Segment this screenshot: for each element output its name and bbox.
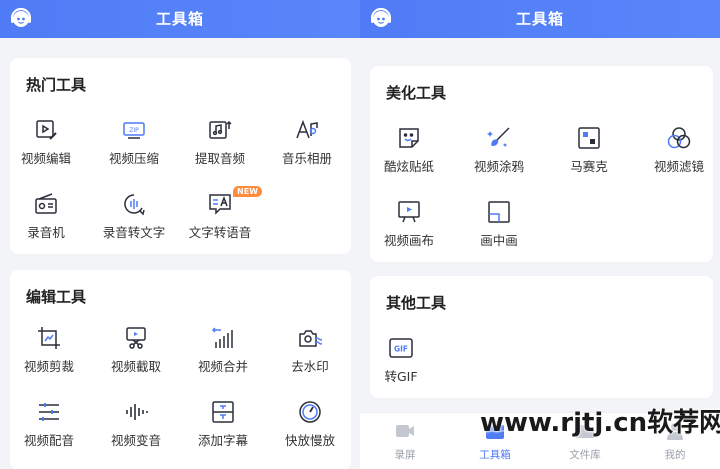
page-title: 工具箱 bbox=[515, 10, 564, 28]
audio-extract-icon bbox=[209, 120, 232, 139]
tool-label: 录音机 bbox=[27, 225, 65, 240]
tool-label: 转GIF bbox=[384, 369, 418, 384]
tool-label: 提取音频 bbox=[194, 151, 245, 166]
camera-icon bbox=[396, 425, 414, 437]
tool-label: 视频编辑 bbox=[20, 151, 71, 166]
tool-label: 视频合并 bbox=[197, 359, 248, 374]
tool-label: 视频压缩 bbox=[108, 151, 159, 166]
tool-video-edit[interactable]: 视频编辑 bbox=[3, 118, 89, 170]
tool-voice-change[interactable]: 视频变音 bbox=[93, 400, 179, 452]
section-title: 热门工具 bbox=[26, 76, 87, 94]
tool-label: 马赛克 bbox=[570, 159, 608, 174]
tool-label: 酷炫贴纸 bbox=[383, 159, 434, 174]
tool-mosaic[interactable]: 马赛克 bbox=[546, 126, 632, 178]
tool-pip[interactable]: 画中画 bbox=[456, 200, 542, 252]
crop-icon bbox=[38, 327, 60, 349]
left-screen: 工具箱 热门工具 视频编辑 ZIP 视频压缩 提取音频 音乐相册 录音机 录音转… bbox=[0, 0, 360, 469]
video-edit-icon bbox=[36, 120, 57, 140]
filter-icon bbox=[667, 127, 691, 149]
tool-video-compress[interactable]: ZIP 视频压缩 bbox=[91, 118, 177, 170]
scissors-icon bbox=[126, 327, 146, 349]
tool-filter[interactable]: 视频滤镜 bbox=[636, 126, 720, 178]
tool-label: 文字转语音 bbox=[188, 225, 252, 240]
tab-label: 录屏 bbox=[394, 449, 416, 461]
tool-speech-to-text[interactable]: 录音转文字 bbox=[91, 192, 177, 244]
tool-video-trim[interactable]: 视频截取 bbox=[93, 326, 179, 378]
dub-icon bbox=[39, 403, 59, 421]
tool-speed[interactable]: 快放慢放 bbox=[267, 400, 353, 452]
section-title: 编辑工具 bbox=[26, 288, 87, 306]
tool-label: 音乐相册 bbox=[281, 151, 332, 166]
tool-label: 画中画 bbox=[480, 233, 518, 248]
tool-label: 视频涂鸦 bbox=[473, 159, 524, 174]
tool-label: 添加字幕 bbox=[197, 433, 248, 448]
tool-text-to-speech[interactable]: NEW 文字转语音 bbox=[177, 186, 263, 244]
tool-doodle[interactable]: 视频涂鸦 bbox=[456, 126, 542, 178]
section-title: 其他工具 bbox=[386, 294, 447, 312]
site-watermark: www.rjtj.cn软荐网 bbox=[480, 408, 720, 438]
tool-music-album[interactable]: 音乐相册 bbox=[264, 118, 350, 170]
tool-video-crop[interactable]: 视频剪裁 bbox=[6, 326, 92, 378]
tool-to-gif[interactable]: GIF 转GIF bbox=[360, 336, 444, 388]
tool-add-subtitle[interactable]: 添加字幕 bbox=[180, 400, 266, 452]
tool-label: 视频画布 bbox=[383, 233, 434, 248]
canvas-icon bbox=[398, 201, 420, 223]
new-badge: NEW bbox=[233, 186, 262, 197]
merge-icon bbox=[211, 327, 233, 348]
watermark-remove-icon bbox=[299, 330, 322, 347]
tool-label: 视频配音 bbox=[23, 433, 74, 448]
mosaic-icon bbox=[578, 127, 600, 149]
tool-recorder[interactable]: 录音机 bbox=[3, 192, 89, 244]
tool-label: 去水印 bbox=[291, 359, 329, 374]
voice-change-icon bbox=[126, 404, 148, 420]
section-title: 美化工具 bbox=[386, 84, 447, 102]
tool-label: 视频剪裁 bbox=[23, 359, 74, 374]
radio-icon bbox=[35, 193, 57, 214]
tool-video-merge[interactable]: 视频合并 bbox=[180, 326, 266, 378]
picture-in-picture-icon bbox=[488, 201, 510, 223]
tool-canvas[interactable]: 视频画布 bbox=[366, 200, 452, 252]
tool-video-dub[interactable]: 视频配音 bbox=[6, 400, 92, 452]
speed-icon bbox=[299, 401, 321, 423]
tool-label: 视频截取 bbox=[110, 359, 161, 374]
app-header: 工具箱 bbox=[360, 0, 720, 38]
tab-label: 我的 bbox=[664, 449, 686, 461]
tab-label: 工具箱 bbox=[479, 449, 511, 461]
speech-to-text-icon bbox=[124, 194, 145, 216]
gif-icon-text: GIF bbox=[394, 345, 408, 354]
app-header: 工具箱 bbox=[0, 0, 360, 38]
tool-label: 录音转文字 bbox=[102, 225, 166, 240]
tool-extract-audio[interactable]: 提取音频 bbox=[177, 118, 263, 170]
brush-icon bbox=[487, 127, 510, 147]
gif-icon: GIF bbox=[389, 338, 413, 358]
tool-label: 快放慢放 bbox=[284, 433, 335, 448]
text-to-speech-icon bbox=[209, 194, 231, 215]
page-title: 工具箱 bbox=[155, 10, 204, 28]
beauty-tools-card: 美化工具 酷炫贴纸 视频涂鸦 马赛克 视频滤镜 视频画布 画中画 bbox=[370, 66, 713, 262]
tool-remove-watermark[interactable]: 去水印 bbox=[267, 326, 353, 378]
tab-record[interactable]: 录屏 bbox=[360, 413, 450, 469]
svg-text:ZIP: ZIP bbox=[129, 127, 139, 134]
hot-tools-card: 热门工具 视频编辑 ZIP 视频压缩 提取音频 音乐相册 录音机 录音转文字 N… bbox=[10, 58, 351, 254]
subtitle-icon bbox=[212, 401, 234, 423]
edit-tools-card: 编辑工具 视频剪裁 视频截取 视频合并 去水印 视频配音 视频变音 添加字幕 快… bbox=[10, 270, 351, 469]
tab-label: 文件库 bbox=[569, 449, 601, 461]
tool-sticker[interactable]: 酷炫贴纸 bbox=[366, 126, 452, 178]
zip-icon: ZIP bbox=[123, 122, 145, 139]
music-album-icon bbox=[296, 119, 318, 139]
other-tools-card: 其他工具 GIF 转GIF bbox=[370, 276, 713, 398]
right-screen: 工具箱 美化工具 酷炫贴纸 视频涂鸦 马赛克 视频滤镜 视频画布 画中画 其他工… bbox=[360, 0, 720, 469]
tool-label: 视频变音 bbox=[110, 433, 161, 448]
sticker-icon bbox=[399, 128, 419, 148]
tool-label: 视频滤镜 bbox=[653, 159, 704, 174]
